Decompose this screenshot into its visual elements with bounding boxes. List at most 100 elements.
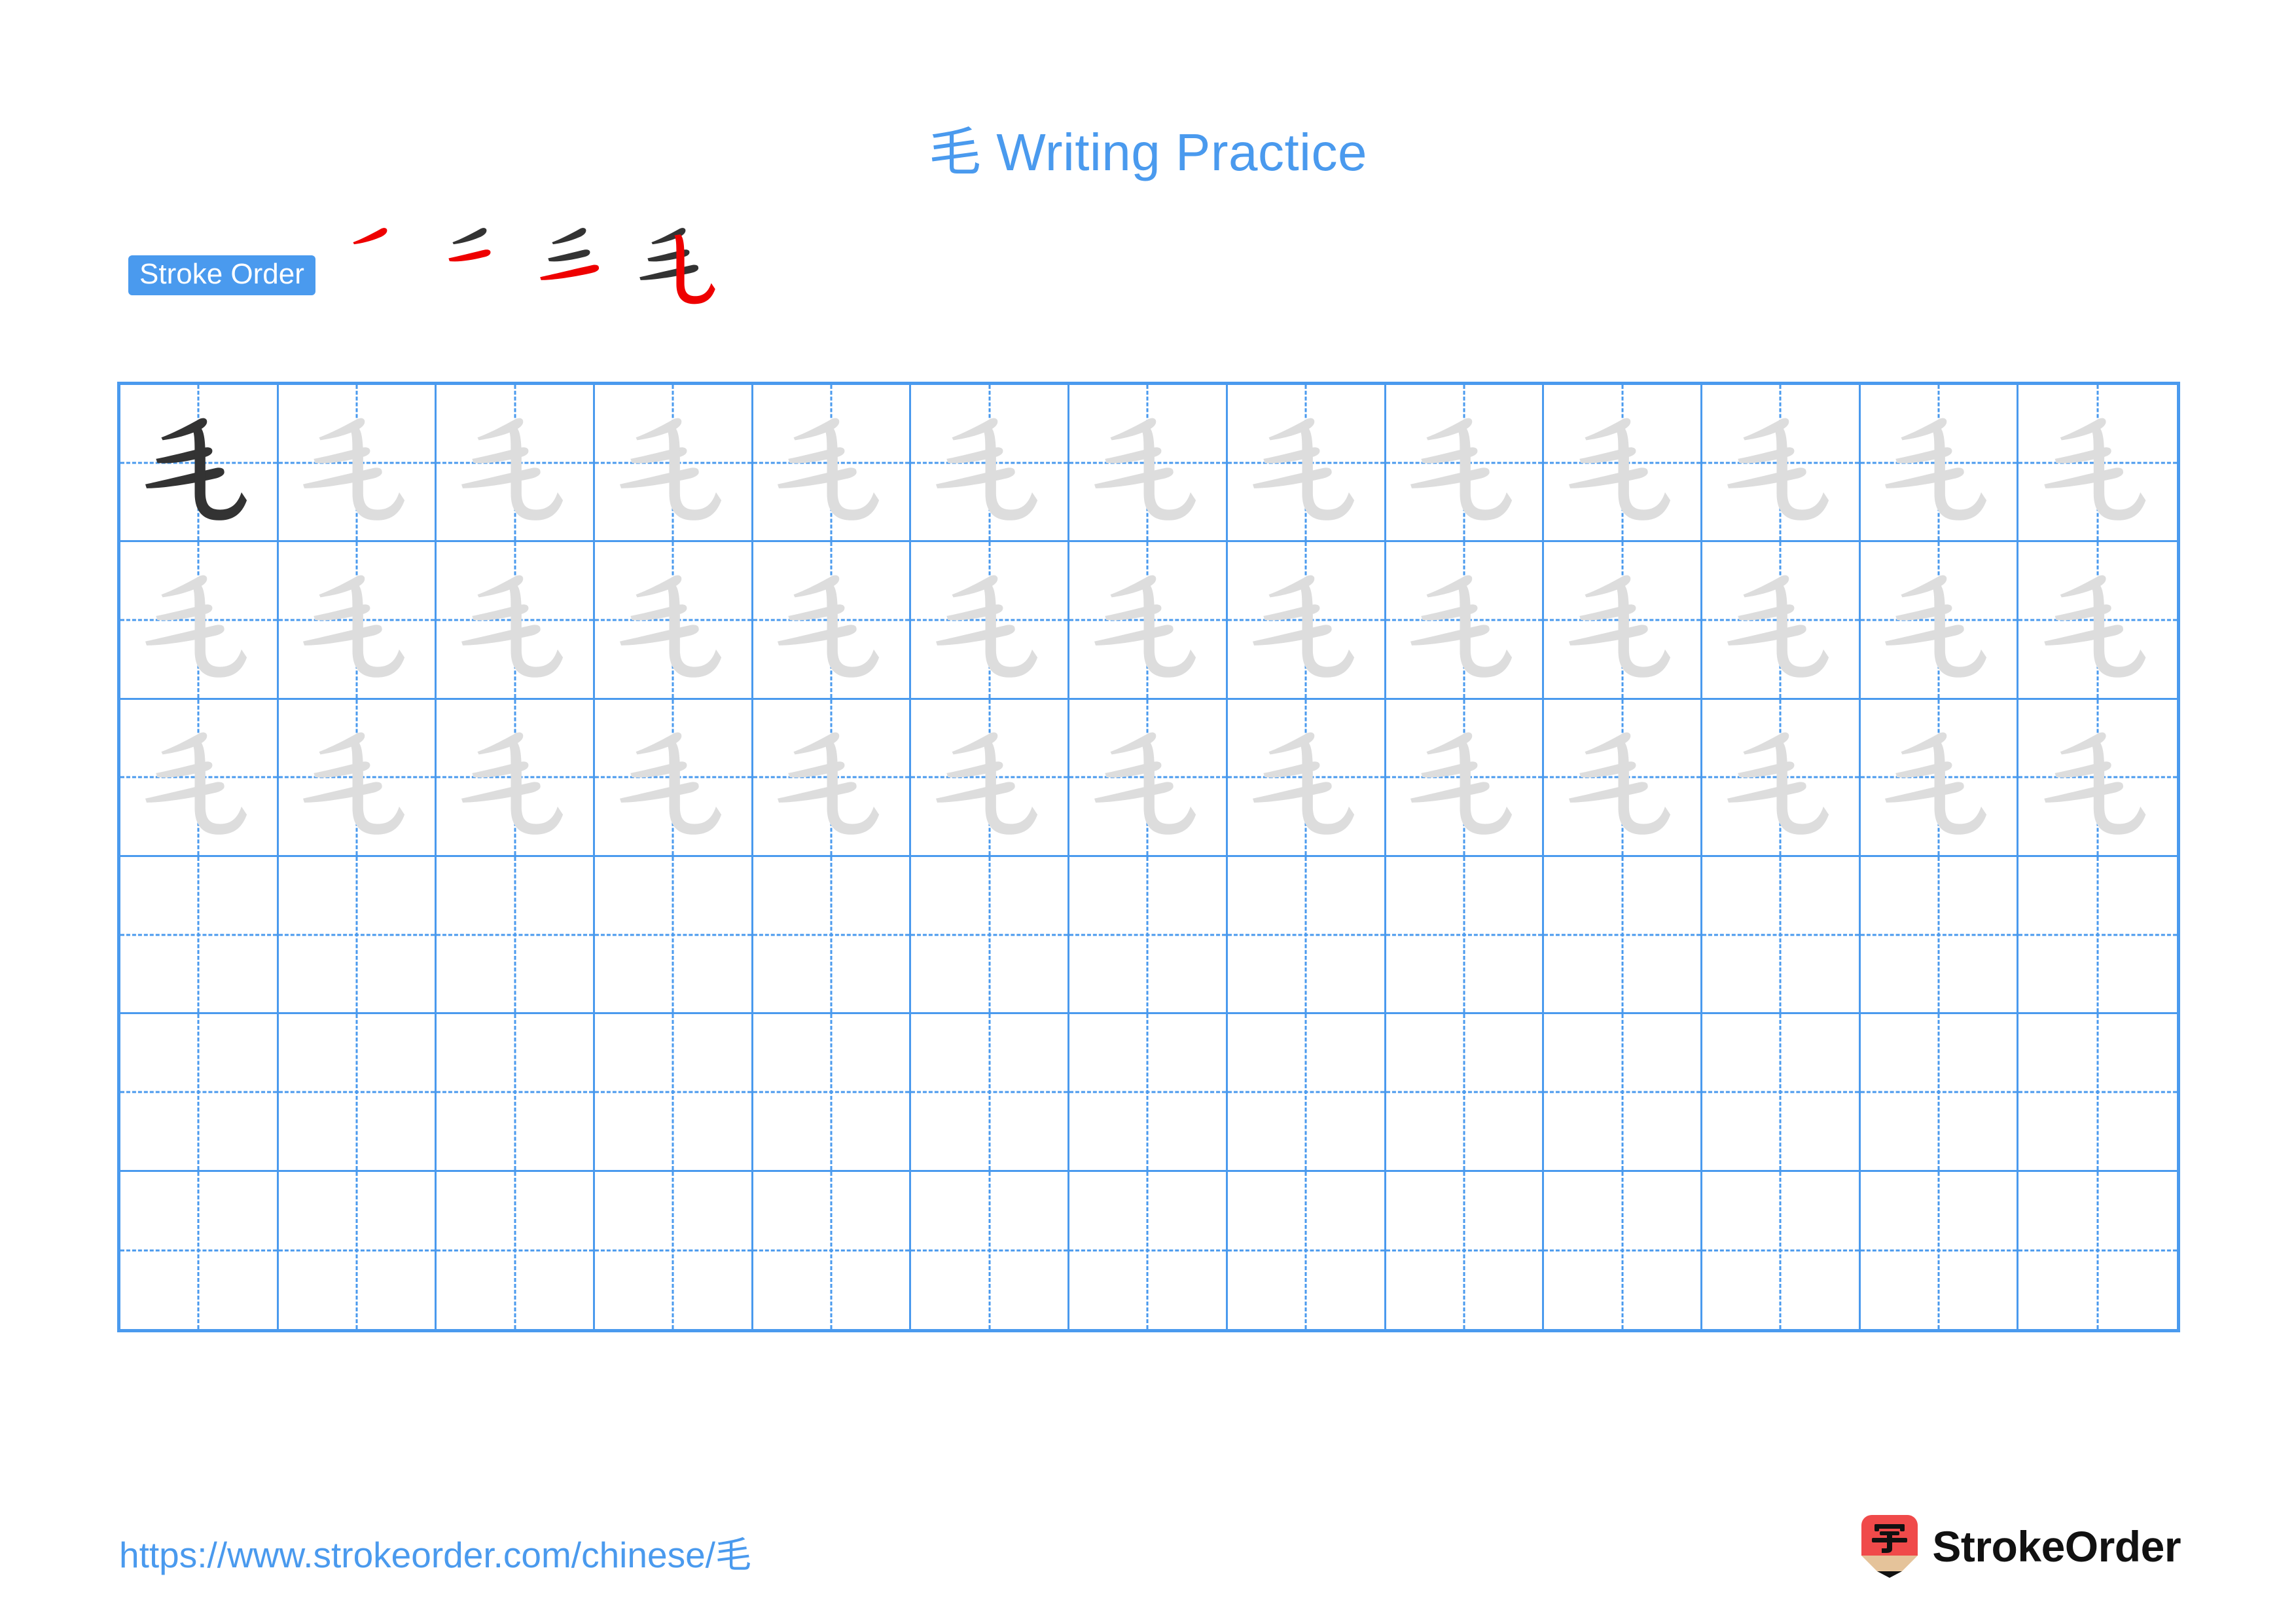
practice-cell-r2-c4[interactable] [595,542,753,700]
practice-cell-r5-c1[interactable] [120,1014,279,1172]
practice-cell-r6-c2[interactable] [279,1171,437,1329]
practice-cell-r5-c9[interactable] [1386,1014,1545,1172]
practice-cell-r1-c8[interactable] [1227,385,1386,543]
practice-cell-r4-c1[interactable] [120,856,279,1015]
practice-cell-r6-c4[interactable] [595,1171,753,1329]
practice-cell-r6-c5[interactable] [753,1171,912,1329]
practice-cell-r2-c8[interactable] [1227,542,1386,700]
trace-character [1702,385,1859,540]
practice-cell-r1-c3[interactable] [437,385,596,543]
practice-cell-r4-c8[interactable] [1227,856,1386,1015]
practice-cell-r3-c1[interactable] [120,699,279,857]
stroke-step-2 [431,211,530,311]
practice-cell-r4-c13[interactable] [2018,857,2177,1015]
practice-cell-r1-c9[interactable] [1386,385,1545,543]
practice-cell-r5-c13[interactable] [2018,1014,2177,1172]
practice-cell-r3-c10[interactable] [1544,699,1702,857]
practice-cell-r5-c8[interactable] [1227,1014,1386,1172]
practice-cell-r4-c2[interactable] [278,856,437,1015]
footer-url[interactable]: https://www.strokeorder.com/chinese/毛 [119,1525,751,1578]
practice-cell-r1-c1[interactable] [120,385,279,543]
trace-character [1861,542,2017,697]
practice-cell-r3-c8[interactable] [1227,699,1386,857]
practice-cell-r5-c10[interactable] [1544,1014,1702,1172]
trace-character [279,700,435,855]
trace-character [279,542,435,697]
practice-cell-r2-c12[interactable] [1860,542,2019,700]
practice-cell-r3-c12[interactable] [1860,699,2019,857]
practice-cell-r3-c5[interactable] [753,699,912,857]
practice-cell-r5-c3[interactable] [437,1014,596,1172]
practice-cell-r6-c11[interactable] [1702,1171,1861,1329]
practice-cell-r2-c7[interactable] [1069,542,1228,700]
trace-character [1861,385,2017,540]
practice-cell-r1-c10[interactable] [1544,385,1702,543]
practice-cell-r1-c4[interactable] [595,385,753,543]
practice-cell-r2-c5[interactable] [753,542,912,700]
trace-character [1386,385,1543,540]
trace-character [1702,542,1859,697]
practice-cell-r5-c4[interactable] [595,1014,753,1172]
practice-cell-r3-c9[interactable] [1386,699,1545,857]
practice-cell-r6-c13[interactable] [2018,1172,2177,1329]
practice-cell-r4-c6[interactable] [911,856,1070,1015]
stroke-step-3 [530,211,630,311]
practice-cell-r6-c7[interactable] [1069,1171,1228,1329]
practice-cell-r4-c12[interactable] [1860,856,2019,1015]
footer-brand[interactable]: StrokeOrder [1861,1514,2181,1579]
practice-cell-r4-c10[interactable] [1544,856,1702,1015]
trace-character [595,542,751,697]
trace-character [911,700,1067,855]
practice-cell-r1-c13[interactable] [2018,385,2177,543]
strokeorder-pencil-logo-icon [1861,1515,1918,1578]
practice-cell-r3-c6[interactable] [911,699,1070,857]
practice-cell-r4-c7[interactable] [1069,856,1228,1015]
trace-character [753,542,910,697]
stroke-step-1 [331,211,431,311]
page-title: 毛 Writing Practice [929,123,1367,181]
practice-cell-r6-c8[interactable] [1228,1171,1386,1329]
practice-cell-r3-c13[interactable] [2018,700,2177,857]
practice-cell-r1-c12[interactable] [1860,385,2019,543]
practice-cell-r4-c4[interactable] [595,856,753,1015]
practice-cell-r4-c5[interactable] [753,856,912,1015]
practice-cell-r2-c3[interactable] [437,542,596,700]
trace-character [1386,700,1543,855]
practice-cell-r3-c11[interactable] [1702,699,1861,857]
practice-cell-r5-c2[interactable] [278,1014,437,1172]
practice-cell-r6-c1[interactable] [120,1171,279,1329]
practice-cell-r6-c6[interactable] [911,1171,1070,1329]
stroke-step-4 [630,211,729,311]
practice-grid [117,382,2180,1332]
practice-cell-r2-c9[interactable] [1386,542,1545,700]
practice-cell-r6-c12[interactable] [1861,1171,2019,1329]
practice-cell-r5-c7[interactable] [1069,1014,1228,1172]
practice-cell-r4-c9[interactable] [1386,856,1545,1015]
practice-cell-r6-c3[interactable] [437,1171,596,1329]
practice-cell-r5-c6[interactable] [911,1014,1070,1172]
practice-cell-r3-c3[interactable] [437,699,596,857]
practice-cell-r2-c10[interactable] [1544,542,1702,700]
practice-cell-r5-c5[interactable] [753,1014,912,1172]
trace-character [1228,542,1384,697]
practice-cell-r1-c7[interactable] [1069,385,1228,543]
practice-cell-r2-c2[interactable] [278,542,437,700]
practice-cell-r3-c2[interactable] [278,699,437,857]
practice-cell-r2-c6[interactable] [911,542,1070,700]
practice-cell-r4-c11[interactable] [1702,856,1861,1015]
practice-cell-r4-c3[interactable] [437,856,596,1015]
practice-cell-r1-c5[interactable] [753,385,912,543]
practice-cell-r6-c9[interactable] [1386,1171,1545,1329]
practice-cell-r5-c12[interactable] [1860,1014,2019,1172]
practice-cell-r2-c1[interactable] [120,542,279,700]
practice-cell-r1-c6[interactable] [911,385,1070,543]
practice-cell-r1-c11[interactable] [1702,385,1861,543]
practice-cell-r2-c11[interactable] [1702,542,1861,700]
practice-cell-r2-c13[interactable] [2018,542,2177,700]
practice-cell-r3-c7[interactable] [1069,699,1228,857]
practice-cell-r6-c10[interactable] [1544,1171,1702,1329]
practice-cell-r1-c2[interactable] [278,385,437,543]
practice-cell-r5-c11[interactable] [1702,1014,1861,1172]
practice-cell-r3-c4[interactable] [595,699,753,857]
model-character [120,385,277,540]
